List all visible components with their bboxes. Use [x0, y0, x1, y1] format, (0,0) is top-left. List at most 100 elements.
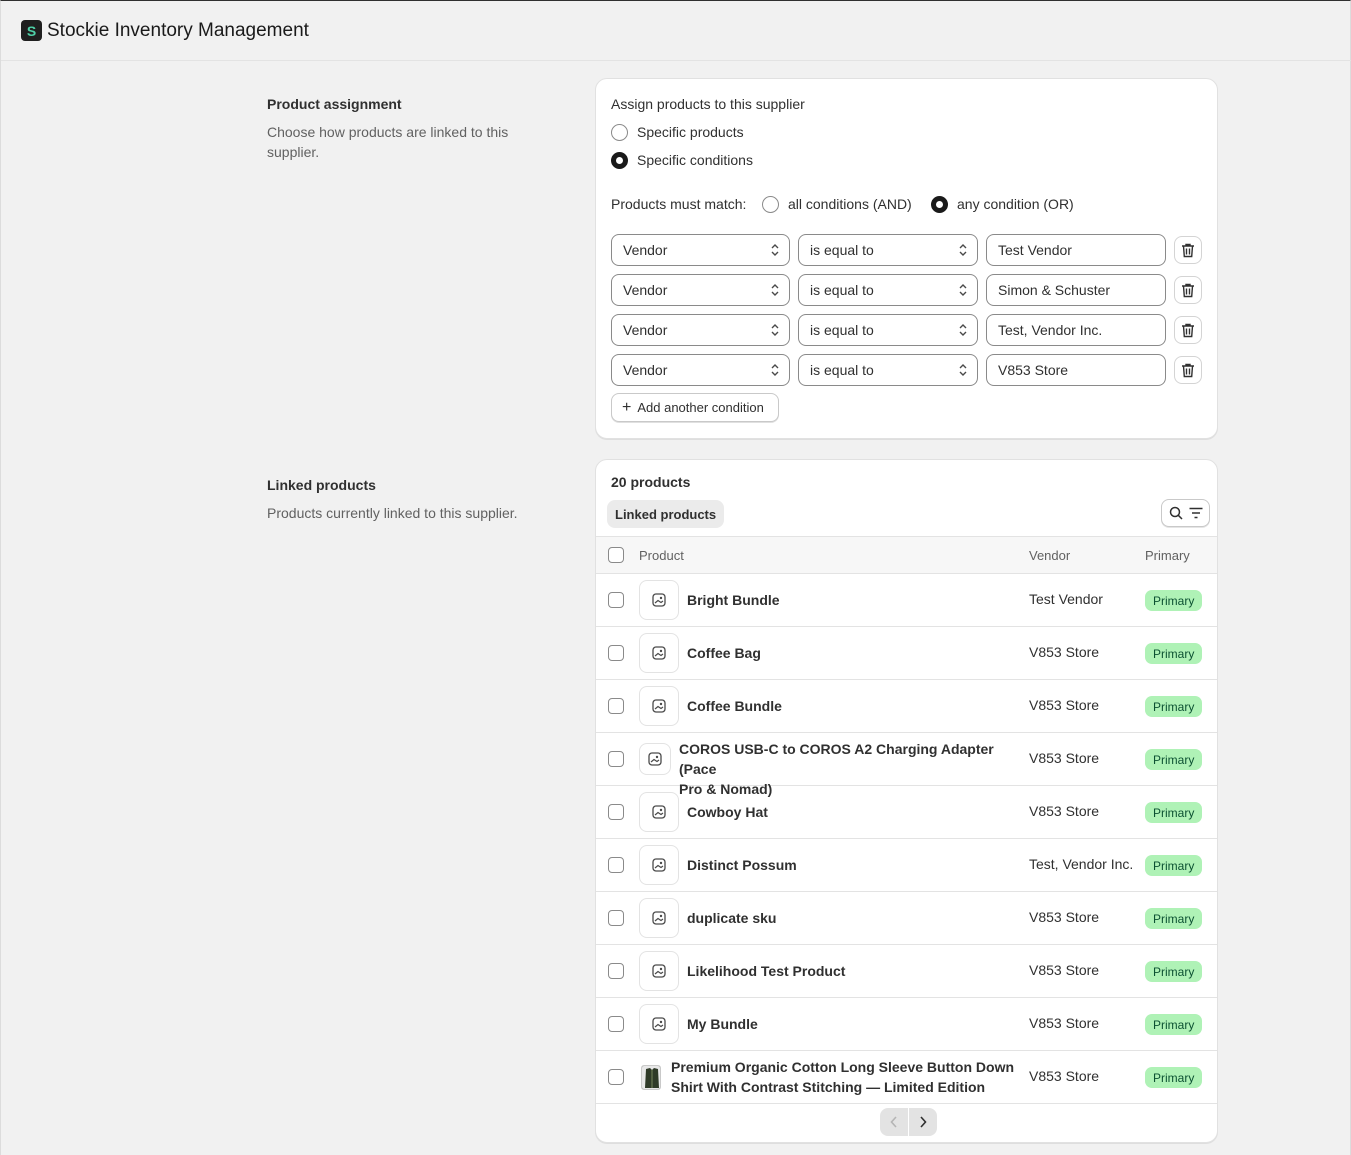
radio-label-match-any[interactable]: any condition (OR)	[957, 196, 1074, 212]
row-checkbox[interactable]	[608, 804, 624, 820]
condition-operator-select[interactable]: is equal to	[798, 234, 978, 266]
radio-label-specific-conditions[interactable]: Specific conditions	[637, 152, 753, 168]
product-vendor: V853 Store	[1029, 909, 1100, 925]
table-row[interactable]: Coffee Bag V853 Store Primary	[596, 627, 1217, 680]
select-value: is equal to	[810, 242, 874, 258]
add-condition-button[interactable]: + Add another condition	[611, 393, 779, 422]
condition-value-input[interactable]: Simon & Schuster	[986, 274, 1166, 306]
product-thumbnail	[639, 898, 679, 938]
select-chevron-icon	[959, 324, 967, 336]
table-row[interactable]: duplicate sku V853 Store Primary	[596, 892, 1217, 945]
select-chevron-icon	[771, 324, 779, 336]
select-value: Vendor	[623, 362, 668, 378]
delete-condition-button[interactable]	[1174, 356, 1202, 384]
product-name[interactable]: Likelihood Test Product	[687, 961, 845, 981]
radio-label-specific-products[interactable]: Specific products	[637, 124, 744, 140]
select-all-checkbox[interactable]	[608, 547, 624, 563]
trash-icon	[1182, 283, 1194, 297]
condition-operator-select[interactable]: is equal to	[798, 314, 978, 346]
table-row[interactable]: Likelihood Test Product V853 Store Prima…	[596, 945, 1217, 998]
row-checkbox[interactable]	[608, 1016, 624, 1032]
column-header-vendor[interactable]: Vendor	[1029, 548, 1070, 563]
table-row[interactable]: COROS USB-C to COROS A2 Charging Adapter…	[596, 733, 1217, 797]
table-row[interactable]: Coffee Bundle V853 Store Primary	[596, 680, 1217, 733]
product-vendor: V853 Store	[1029, 644, 1100, 660]
delete-condition-button[interactable]	[1174, 276, 1202, 304]
select-value: Vendor	[623, 322, 668, 338]
pagination	[880, 1108, 937, 1136]
trash-icon	[1182, 363, 1194, 377]
product-vendor: V853 Store	[1029, 750, 1100, 766]
table-row[interactable]: Distinct Possum Test, Vendor Inc. Primar…	[596, 839, 1217, 892]
condition-value-input[interactable]: Test, Vendor Inc.	[986, 314, 1166, 346]
product-name-line: Shirt With Contrast Stitching — Limited …	[671, 1079, 986, 1095]
image-placeholder-icon	[652, 911, 666, 925]
product-name[interactable]: Bright Bundle	[687, 590, 780, 610]
product-name[interactable]: Coffee Bag	[687, 643, 761, 663]
product-name[interactable]: duplicate sku	[687, 908, 776, 928]
status-badge: Primary	[1145, 696, 1203, 717]
product-thumbnail	[639, 951, 679, 991]
select-value: is equal to	[810, 362, 874, 378]
top-bar: S Stockie Inventory Management	[1, 1, 1351, 61]
product-name[interactable]: Coffee Bundle	[687, 696, 782, 716]
radio-specific-products[interactable]	[611, 124, 628, 141]
select-chevron-icon	[771, 364, 779, 376]
status-badge: Primary	[1145, 802, 1203, 823]
table-row[interactable]: Premium Organic Cotton Long Sleeve Butto…	[596, 1051, 1217, 1104]
condition-field-select[interactable]: Vendor	[611, 274, 790, 306]
row-checkbox[interactable]	[608, 910, 624, 926]
search-filter-button[interactable]	[1161, 499, 1210, 527]
input-value: Test, Vendor Inc.	[998, 322, 1103, 338]
row-checkbox[interactable]	[608, 698, 624, 714]
table-row[interactable]: Cowboy Hat V853 Store Primary	[596, 786, 1217, 839]
previous-page-button[interactable]	[880, 1108, 908, 1136]
condition-field-select[interactable]: Vendor	[611, 354, 790, 386]
select-value: is equal to	[810, 282, 874, 298]
radio-label-match-all[interactable]: all conditions (AND)	[788, 196, 912, 212]
image-placeholder-icon	[652, 1017, 666, 1031]
condition-value-input[interactable]: Test Vendor	[986, 234, 1166, 266]
condition-field-select[interactable]: Vendor	[611, 314, 790, 346]
product-vendor: V853 Store	[1029, 1068, 1100, 1084]
column-header-primary[interactable]: Primary	[1145, 548, 1190, 563]
tab-linked-products[interactable]: Linked products	[607, 500, 725, 528]
image-placeholder-icon	[652, 699, 666, 713]
delete-condition-button[interactable]	[1174, 316, 1202, 344]
table-row[interactable]: My Bundle V853 Store Primary	[596, 998, 1217, 1051]
condition-operator-select[interactable]: is equal to	[798, 354, 978, 386]
select-chevron-icon	[959, 284, 967, 296]
delete-condition-button[interactable]	[1174, 236, 1202, 264]
product-thumbnail	[639, 580, 679, 620]
product-thumbnail	[641, 1065, 661, 1090]
table-row[interactable]: Bright Bundle Test Vendor Primary	[596, 574, 1217, 627]
row-checkbox[interactable]	[608, 592, 624, 608]
product-vendor: Test Vendor	[1029, 591, 1103, 607]
condition-operator-select[interactable]: is equal to	[798, 274, 978, 306]
row-checkbox[interactable]	[608, 963, 624, 979]
radio-match-any[interactable]	[931, 196, 948, 213]
image-placeholder-icon	[652, 593, 666, 607]
product-name[interactable]: My Bundle	[687, 1014, 758, 1034]
next-page-button[interactable]	[909, 1108, 937, 1136]
row-checkbox[interactable]	[608, 645, 624, 661]
condition-field-select[interactable]: Vendor	[611, 234, 790, 266]
product-name[interactable]: Premium Organic Cotton Long Sleeve Butto…	[671, 1057, 1021, 1097]
app-logo-icon: S	[21, 20, 42, 41]
radio-match-all[interactable]	[762, 196, 779, 213]
app-title: Stockie Inventory Management	[47, 19, 309, 41]
image-placeholder-icon	[652, 858, 666, 872]
condition-value-input[interactable]: V853 Store	[986, 354, 1166, 386]
column-header-product[interactable]: Product	[639, 548, 684, 563]
row-checkbox[interactable]	[608, 751, 624, 767]
row-checkbox[interactable]	[608, 1069, 624, 1085]
product-count: 20 products	[611, 474, 691, 490]
product-name[interactable]: Distinct Possum	[687, 855, 797, 875]
product-name[interactable]: Cowboy Hat	[687, 802, 768, 822]
radio-specific-conditions[interactable]	[611, 152, 628, 169]
input-value: Test Vendor	[998, 242, 1072, 258]
app-frame: S Stockie Inventory Management Product a…	[0, 0, 1351, 1155]
status-badge: Primary	[1145, 1067, 1203, 1088]
chevron-left-icon	[890, 1116, 897, 1128]
row-checkbox[interactable]	[608, 857, 624, 873]
